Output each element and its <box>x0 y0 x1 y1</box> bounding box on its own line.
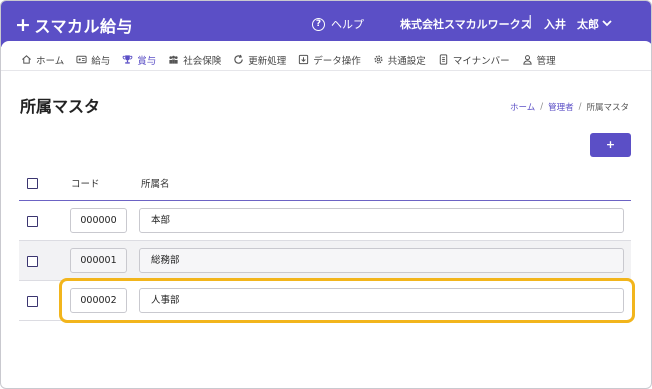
id-card-icon <box>439 54 448 65</box>
nav-label: マイナンバー <box>452 55 510 67</box>
top-bar: + スマカル給与 ? ヘルプ 株式会社スマカルワークス | 入井 太郎 <box>1 1 651 49</box>
department-name-field[interactable]: 人事部 <box>139 288 624 313</box>
breadcrumb-separator: / <box>578 102 582 112</box>
code-field[interactable]: 000001 <box>70 248 127 273</box>
nav-item-bonus[interactable]: 賞与 <box>122 53 156 67</box>
table-row: 000001 総務部 <box>19 241 631 281</box>
home-icon <box>22 55 31 64</box>
breadcrumb-admin[interactable]: 管理者 <box>548 101 574 113</box>
department-name-field[interactable]: 本部 <box>139 208 624 233</box>
gear-icon <box>374 55 383 64</box>
refresh-icon <box>234 54 244 64</box>
nav-label: 更新処理 <box>248 55 287 67</box>
column-header-name: 所属名 <box>141 179 170 190</box>
column-header-code: コード <box>71 179 100 190</box>
app-window: + スマカル給与 ? ヘルプ 株式会社スマカルワークス | 入井 太郎 ホーム … <box>0 0 652 389</box>
app-logo[interactable]: + スマカル給与 <box>15 13 133 37</box>
nav-label: 給与 <box>91 55 111 67</box>
nav-label: データ操作 <box>313 55 361 67</box>
add-button[interactable]: + <box>590 133 631 157</box>
nav-item-admin[interactable]: 管理 <box>522 53 556 67</box>
chevron-down-icon[interactable] <box>600 16 614 30</box>
table-row: 000000 本部 <box>19 201 631 241</box>
help-label: ヘルプ <box>331 18 364 31</box>
nav-item-data-ops[interactable]: データ操作 <box>298 53 361 67</box>
table-row: 000002 人事部 <box>19 281 631 321</box>
nav-item-salary[interactable]: 給与 <box>76 53 110 67</box>
logo-plus-mark: + <box>15 14 32 36</box>
nav-item-social-insurance[interactable]: 社会保険 <box>168 53 221 67</box>
nav-label: 共通設定 <box>387 55 426 67</box>
nav-label: 管理 <box>536 55 556 67</box>
row-checkbox[interactable] <box>27 216 38 227</box>
main-nav: ホーム 給与 賞与 社会保険 更新処理 データ操作 共通設定 マイナンバー 管理 <box>1 49 651 71</box>
nav-label: ホーム <box>36 55 65 67</box>
person-icon <box>522 55 532 65</box>
payslip-icon <box>76 55 87 64</box>
help-icon: ? <box>312 17 325 31</box>
select-all-checkbox[interactable] <box>27 178 38 189</box>
code-field[interactable]: 000002 <box>70 288 127 313</box>
breadcrumb: ホーム / 管理者 / 所属マスタ <box>510 101 629 113</box>
nav-item-home[interactable]: ホーム <box>21 53 64 67</box>
row-checkbox[interactable] <box>27 256 38 267</box>
department-table: コード 所属名 000000 本部 000001 総務部 000002 人事部 <box>19 161 631 321</box>
nav-label: 社会保険 <box>183 55 222 67</box>
company-name: 株式会社スマカルワークス <box>400 18 532 31</box>
help-link[interactable]: ? ヘルプ <box>312 16 364 32</box>
user-menu[interactable]: 入井 太郎 <box>544 16 599 32</box>
logo-text: スマカル給与 <box>34 17 133 36</box>
data-icon <box>299 54 309 65</box>
row-checkbox[interactable] <box>27 296 38 307</box>
breadcrumb-current: 所属マスタ <box>586 103 629 113</box>
nav-item-common-settings[interactable]: 共通設定 <box>373 53 426 67</box>
nav-item-update[interactable]: 更新処理 <box>233 53 286 67</box>
trophy-icon <box>122 55 133 64</box>
breadcrumb-home[interactable]: ホーム <box>510 101 535 113</box>
topbar-curve <box>1 41 651 49</box>
department-name-field[interactable]: 総務部 <box>139 248 624 273</box>
topbar-separator: | <box>528 14 533 29</box>
nav-item-my-number[interactable]: マイナンバー <box>438 53 510 67</box>
people-icon <box>169 55 178 64</box>
breadcrumb-separator: / <box>540 102 544 112</box>
code-field[interactable]: 000000 <box>70 208 127 233</box>
table-header: コード 所属名 <box>19 161 631 201</box>
page-title: 所属マスタ <box>20 97 101 116</box>
nav-label: 賞与 <box>137 55 157 67</box>
